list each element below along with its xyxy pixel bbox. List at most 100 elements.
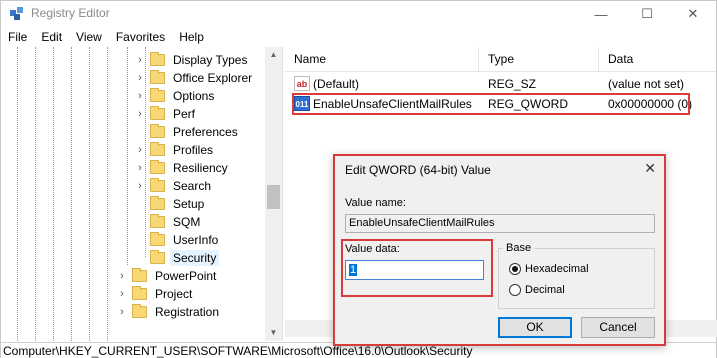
close-button[interactable]: ✕ [670,1,716,27]
menu-view[interactable]: View [69,28,109,48]
expand-chevron-icon[interactable]: › [135,180,145,192]
folder-icon [150,178,165,192]
menu-help[interactable]: Help [172,28,211,48]
folder-icon [150,142,165,156]
menu-bar: File Edit View Favorites Help [1,28,716,48]
tree-item-project[interactable]: › Project [117,285,195,303]
tree-item-userinfo[interactable]: UserInfo [150,231,221,249]
edit-qword-dialog: Edit QWORD (64-bit) Value ✕ Value name: … [333,154,666,346]
tree-item-powerpoint[interactable]: › PowerPoint [117,267,219,285]
tree-item-label: Profiles [173,143,214,157]
tree-item-label: Resiliency [173,161,228,175]
folder-icon [150,214,165,228]
scroll-down-arrow-icon[interactable]: ▼ [265,325,282,341]
tree-item-resiliency[interactable]: › Resiliency [135,159,231,177]
folder-icon [150,88,165,102]
radio-label: Hexadecimal [525,263,589,275]
value-name-label: Value name: [345,197,406,209]
tree-guide-line [107,47,108,341]
radio-button-checked[interactable] [509,263,521,275]
expand-chevron-icon[interactable]: › [117,270,127,282]
tree-item-profiles[interactable]: › Profiles [135,141,216,159]
column-header-type[interactable]: Type [479,47,599,72]
tree-guide-line [71,47,72,341]
value-data-label: Value data: [345,243,400,255]
folder-icon [132,286,147,300]
expand-chevron-icon[interactable]: › [117,306,127,318]
radio-label: Decimal [525,284,565,296]
tree-item-perf[interactable]: › Perf [135,105,198,123]
registry-tree[interactable]: › Display Types › Office Explorer › Opti… [1,47,283,341]
tree-item-label: Registration [155,305,220,319]
scroll-up-arrow-icon[interactable]: ▲ [265,47,282,63]
tree-item-preferences[interactable]: Preferences [150,123,241,141]
highlight-annotation-row [292,93,690,115]
tree-item-label: Preferences [173,125,238,139]
tree-item-search[interactable]: › Search [135,177,214,195]
folder-icon [132,268,147,282]
folder-icon [150,52,165,66]
tree-item-office-explorer[interactable]: › Office Explorer [135,69,255,87]
list-row-default[interactable]: ab (Default) REG_SZ (value not set) [285,75,716,93]
value-name: (Default) [313,77,360,91]
radio-hexadecimal[interactable]: Hexadecimal [509,261,589,277]
scrollbar-thumb[interactable] [267,185,280,209]
expand-chevron-icon[interactable]: › [135,108,145,120]
tree-item-label: SQM [173,215,201,229]
tree-item-label: UserInfo [173,233,219,247]
expand-chevron-icon[interactable]: › [135,144,145,156]
tree-item-label: Office Explorer [173,71,253,85]
expand-chevron-icon[interactable]: › [135,54,145,66]
registry-editor-window: Registry Editor — ☐ ✕ File Edit View Fav… [0,0,717,358]
expand-chevron-icon[interactable]: › [117,288,127,300]
tree-guide-line [35,47,36,341]
expand-chevron-icon[interactable]: › [135,90,145,102]
column-header-data[interactable]: Data [599,47,716,72]
value-type: REG_SZ [488,77,537,91]
tree-item-security[interactable]: Security [150,249,220,267]
minimize-button[interactable]: — [578,1,624,27]
tree-item-label: Setup [173,197,205,211]
tree-item-sqm[interactable]: SQM [150,213,203,231]
column-header-name[interactable]: Name [285,47,479,72]
list-header: Name Type Data [285,47,716,72]
tree-item-display-types[interactable]: › Display Types [135,51,250,69]
title-bar: Registry Editor — ☐ ✕ [1,1,716,27]
tree-item-label: Perf [173,107,196,121]
tree-item-options[interactable]: › Options [135,87,217,105]
ok-button[interactable]: OK [498,317,572,338]
tree-item-label: PowerPoint [155,269,217,283]
folder-icon [150,124,165,138]
tree-item-setup[interactable]: Setup [150,195,207,213]
expand-chevron-icon[interactable]: › [135,162,145,174]
folder-icon [150,160,165,174]
tree-item-label: Display Types [173,53,248,67]
minimize-icon: — [594,6,608,22]
maximize-button[interactable]: ☐ [624,1,670,27]
value-data-text: 1 [349,264,358,276]
expand-chevron-icon[interactable]: › [135,72,145,84]
menu-favorites[interactable]: Favorites [109,28,172,48]
tree-guide-line [17,47,18,341]
folder-icon [150,70,165,84]
registry-editor-icon [10,7,23,20]
value-data-input[interactable]: 1 [345,260,484,280]
tree-item-registration[interactable]: › Registration [117,303,222,321]
tree-item-label: Security [170,250,220,266]
tree-guide-line [89,47,90,341]
tree-vertical-scrollbar[interactable]: ▲ ▼ [265,47,282,341]
folder-icon [150,250,165,264]
close-icon[interactable]: ✕ [644,160,656,177]
tree-guide-line [53,47,54,341]
radio-button[interactable] [509,284,521,296]
folder-icon [150,106,165,120]
menu-edit[interactable]: Edit [34,28,69,48]
menu-file[interactable]: File [1,28,34,48]
folder-icon [132,304,147,318]
string-value-icon: ab [294,76,310,91]
base-label: Base [503,242,535,254]
cancel-button[interactable]: Cancel [581,317,655,338]
tree-guide-line [127,47,128,265]
radio-decimal[interactable]: Decimal [509,282,565,298]
folder-icon [150,232,165,246]
